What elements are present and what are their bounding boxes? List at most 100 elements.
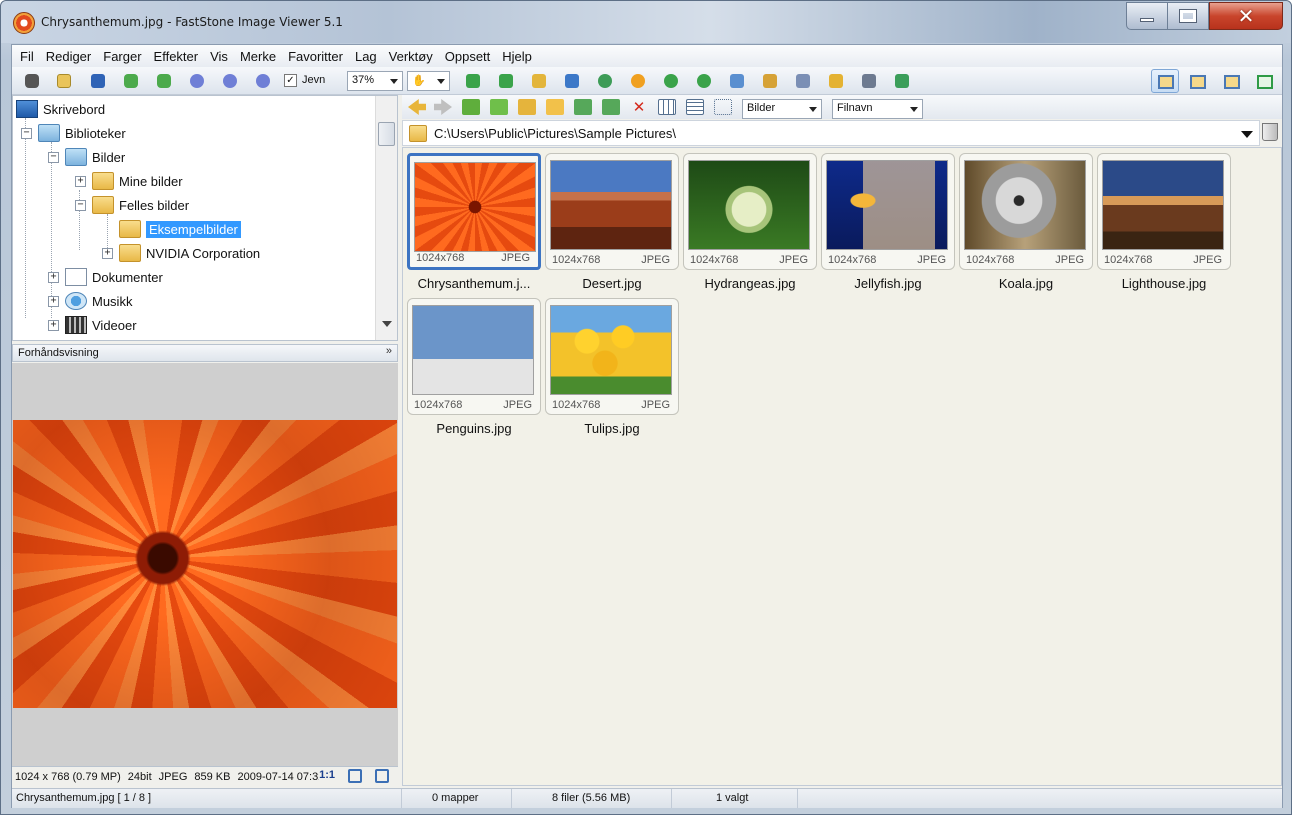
collapse-preview-icon[interactable]: »	[386, 345, 392, 357]
slideshow-icon[interactable]	[463, 71, 483, 91]
collapse-icon[interactable]: −	[21, 127, 32, 139]
delete-icon[interactable]: ✕	[630, 99, 648, 115]
scrollbar-thumb[interactable]	[378, 122, 395, 146]
list-view-icon[interactable]	[714, 99, 732, 115]
fullscreen-preview-icon[interactable]	[375, 769, 389, 783]
expand-icon[interactable]: +	[102, 247, 113, 259]
thumbnail-card[interactable]: 1024x768 JPEG	[545, 298, 679, 415]
thumbnail-view-icon[interactable]	[658, 99, 676, 115]
fit-window-icon[interactable]	[348, 769, 362, 783]
thumbnail-filename[interactable]: Hydrangeas.jpg	[675, 276, 825, 291]
menu-verktoy[interactable]: Verktøy	[383, 49, 439, 64]
flip-icon[interactable]	[727, 71, 747, 91]
menu-favoritter[interactable]: Favoritter	[282, 49, 349, 64]
previous-icon[interactable]	[121, 71, 141, 91]
copy-icon[interactable]	[574, 99, 592, 115]
menu-merke[interactable]: Merke	[234, 49, 282, 64]
move-icon[interactable]	[602, 99, 620, 115]
refresh-icon[interactable]	[490, 99, 508, 115]
next-icon[interactable]	[154, 71, 174, 91]
minimize-button[interactable]	[1126, 2, 1168, 30]
thumbnail-card[interactable]: 1024x768 JPEG	[821, 153, 955, 270]
save-icon[interactable]	[88, 71, 108, 91]
sort-select[interactable]: Filnavn	[832, 99, 923, 119]
recycle-bin-icon[interactable]	[1262, 123, 1278, 141]
tree-item-nvidia[interactable]: + NVIDIA Corporation	[102, 242, 260, 264]
actual-size-icon[interactable]	[253, 71, 273, 91]
path-dropdown-icon[interactable]	[1241, 131, 1253, 144]
tree-item-biblioteker[interactable]: − Biblioteker	[21, 122, 126, 144]
zoom-in-icon[interactable]	[187, 71, 207, 91]
back-icon[interactable]	[408, 99, 426, 115]
layout-browser-icon[interactable]	[1151, 69, 1179, 93]
menu-oppsett[interactable]: Oppsett	[439, 49, 497, 64]
copy-to-icon[interactable]	[496, 71, 516, 91]
tree-item-mine-bilder[interactable]: + Mine bilder	[75, 170, 183, 192]
thumbnail-filename[interactable]: Tulips.jpg	[537, 421, 687, 436]
menu-lag[interactable]: Lag	[349, 49, 383, 64]
thumbnail-card[interactable]: 1024x768 JPEG	[545, 153, 679, 270]
print-icon[interactable]	[859, 71, 879, 91]
folder-tree[interactable]: Skrivebord − Biblioteker − Bilder + Mine…	[12, 95, 398, 341]
draw-icon[interactable]	[793, 71, 813, 91]
expand-icon[interactable]: +	[48, 271, 59, 283]
thumbnail-filename[interactable]: Desert.jpg	[537, 276, 687, 291]
tree-item-dokumenter[interactable]: + Dokumenter	[48, 266, 163, 288]
thumbnail-card[interactable]: 1024x768 JPEG	[1097, 153, 1231, 270]
menu-rediger[interactable]: Rediger	[40, 49, 98, 64]
current-path[interactable]: C:\Users\Public\Pictures\Sample Pictures…	[434, 126, 676, 141]
favorites-icon[interactable]	[518, 99, 536, 115]
sun-effects-icon[interactable]	[628, 71, 648, 91]
thumbnail-filename[interactable]: Jellyfish.jpg	[813, 276, 963, 291]
batch-icon[interactable]	[892, 71, 912, 91]
forward-icon[interactable]	[434, 99, 452, 115]
menu-vis[interactable]: Vis	[204, 49, 234, 64]
thumbnail-filename[interactable]: Lighthouse.jpg	[1089, 276, 1239, 291]
fullscreen-icon[interactable]	[1250, 69, 1278, 93]
collapse-icon[interactable]: −	[75, 199, 86, 211]
collapse-icon[interactable]: −	[48, 151, 59, 163]
menu-farger[interactable]: Farger	[97, 49, 147, 64]
maximize-button[interactable]	[1167, 2, 1209, 30]
thumbnail-card[interactable]: 1024x768 JPEG	[959, 153, 1093, 270]
thumbnail-card[interactable]: 1024x768 JPEG	[407, 153, 541, 270]
new-folder-icon[interactable]	[546, 99, 564, 115]
file-filter-select[interactable]: Bilder	[742, 99, 822, 119]
thumbnail-card[interactable]: 1024x768 JPEG	[407, 298, 541, 415]
scroll-down-icon[interactable]	[382, 321, 392, 332]
address-bar[interactable]: C:\Users\Public\Pictures\Sample Pictures…	[402, 120, 1260, 146]
details-view-icon[interactable]	[686, 99, 704, 115]
crop-icon[interactable]	[529, 71, 549, 91]
tree-item-eksempelbilder[interactable]: Eksempelbilder	[119, 218, 241, 240]
folder-up-icon[interactable]	[462, 99, 480, 115]
menu-fil[interactable]: Fil	[14, 49, 40, 64]
tree-item-musikk[interactable]: + Musikk	[48, 290, 132, 312]
thumbnail-browser[interactable]: 1024x768 JPEG Chrysanthemum.j... 1024x768 JP…	[402, 147, 1282, 786]
camera-icon[interactable]	[22, 71, 42, 91]
faststone-app-icon[interactable]	[13, 12, 35, 34]
close-button[interactable]: ✕	[1209, 2, 1283, 30]
tree-scrollbar[interactable]	[375, 96, 397, 340]
expand-icon[interactable]: +	[48, 319, 59, 331]
open-folder-icon[interactable]	[54, 71, 74, 91]
compare-icon[interactable]	[562, 71, 582, 91]
tree-item-felles-bilder[interactable]: − Felles bilder	[75, 194, 189, 216]
menu-hjelp[interactable]: Hjelp	[496, 49, 538, 64]
thumbnail-filename[interactable]: Penguins.jpg	[399, 421, 549, 436]
actual-size-button[interactable]: 1:1	[319, 769, 335, 783]
zoom-select[interactable]: 37%	[347, 71, 403, 91]
tree-item-videoer[interactable]: + Videoer	[48, 314, 137, 336]
email-icon[interactable]	[826, 71, 846, 91]
rotate-right-icon[interactable]	[694, 71, 714, 91]
zoom-out-icon[interactable]	[220, 71, 240, 91]
smooth-checkbox[interactable]: ✓	[284, 74, 297, 87]
thumbnail-filename[interactable]: Chrysanthemum.j...	[399, 276, 549, 291]
rotate-left-icon[interactable]	[661, 71, 681, 91]
stamp-icon[interactable]	[595, 71, 615, 91]
menu-effekter[interactable]: Effekter	[148, 49, 205, 64]
wallpaper-icon[interactable]	[760, 71, 780, 91]
thumbnail-card[interactable]: 1024x768 JPEG	[683, 153, 817, 270]
expand-icon[interactable]: +	[48, 295, 59, 307]
tree-item-bilder[interactable]: − Bilder	[48, 146, 125, 168]
layout-preview-icon[interactable]	[1217, 69, 1245, 93]
